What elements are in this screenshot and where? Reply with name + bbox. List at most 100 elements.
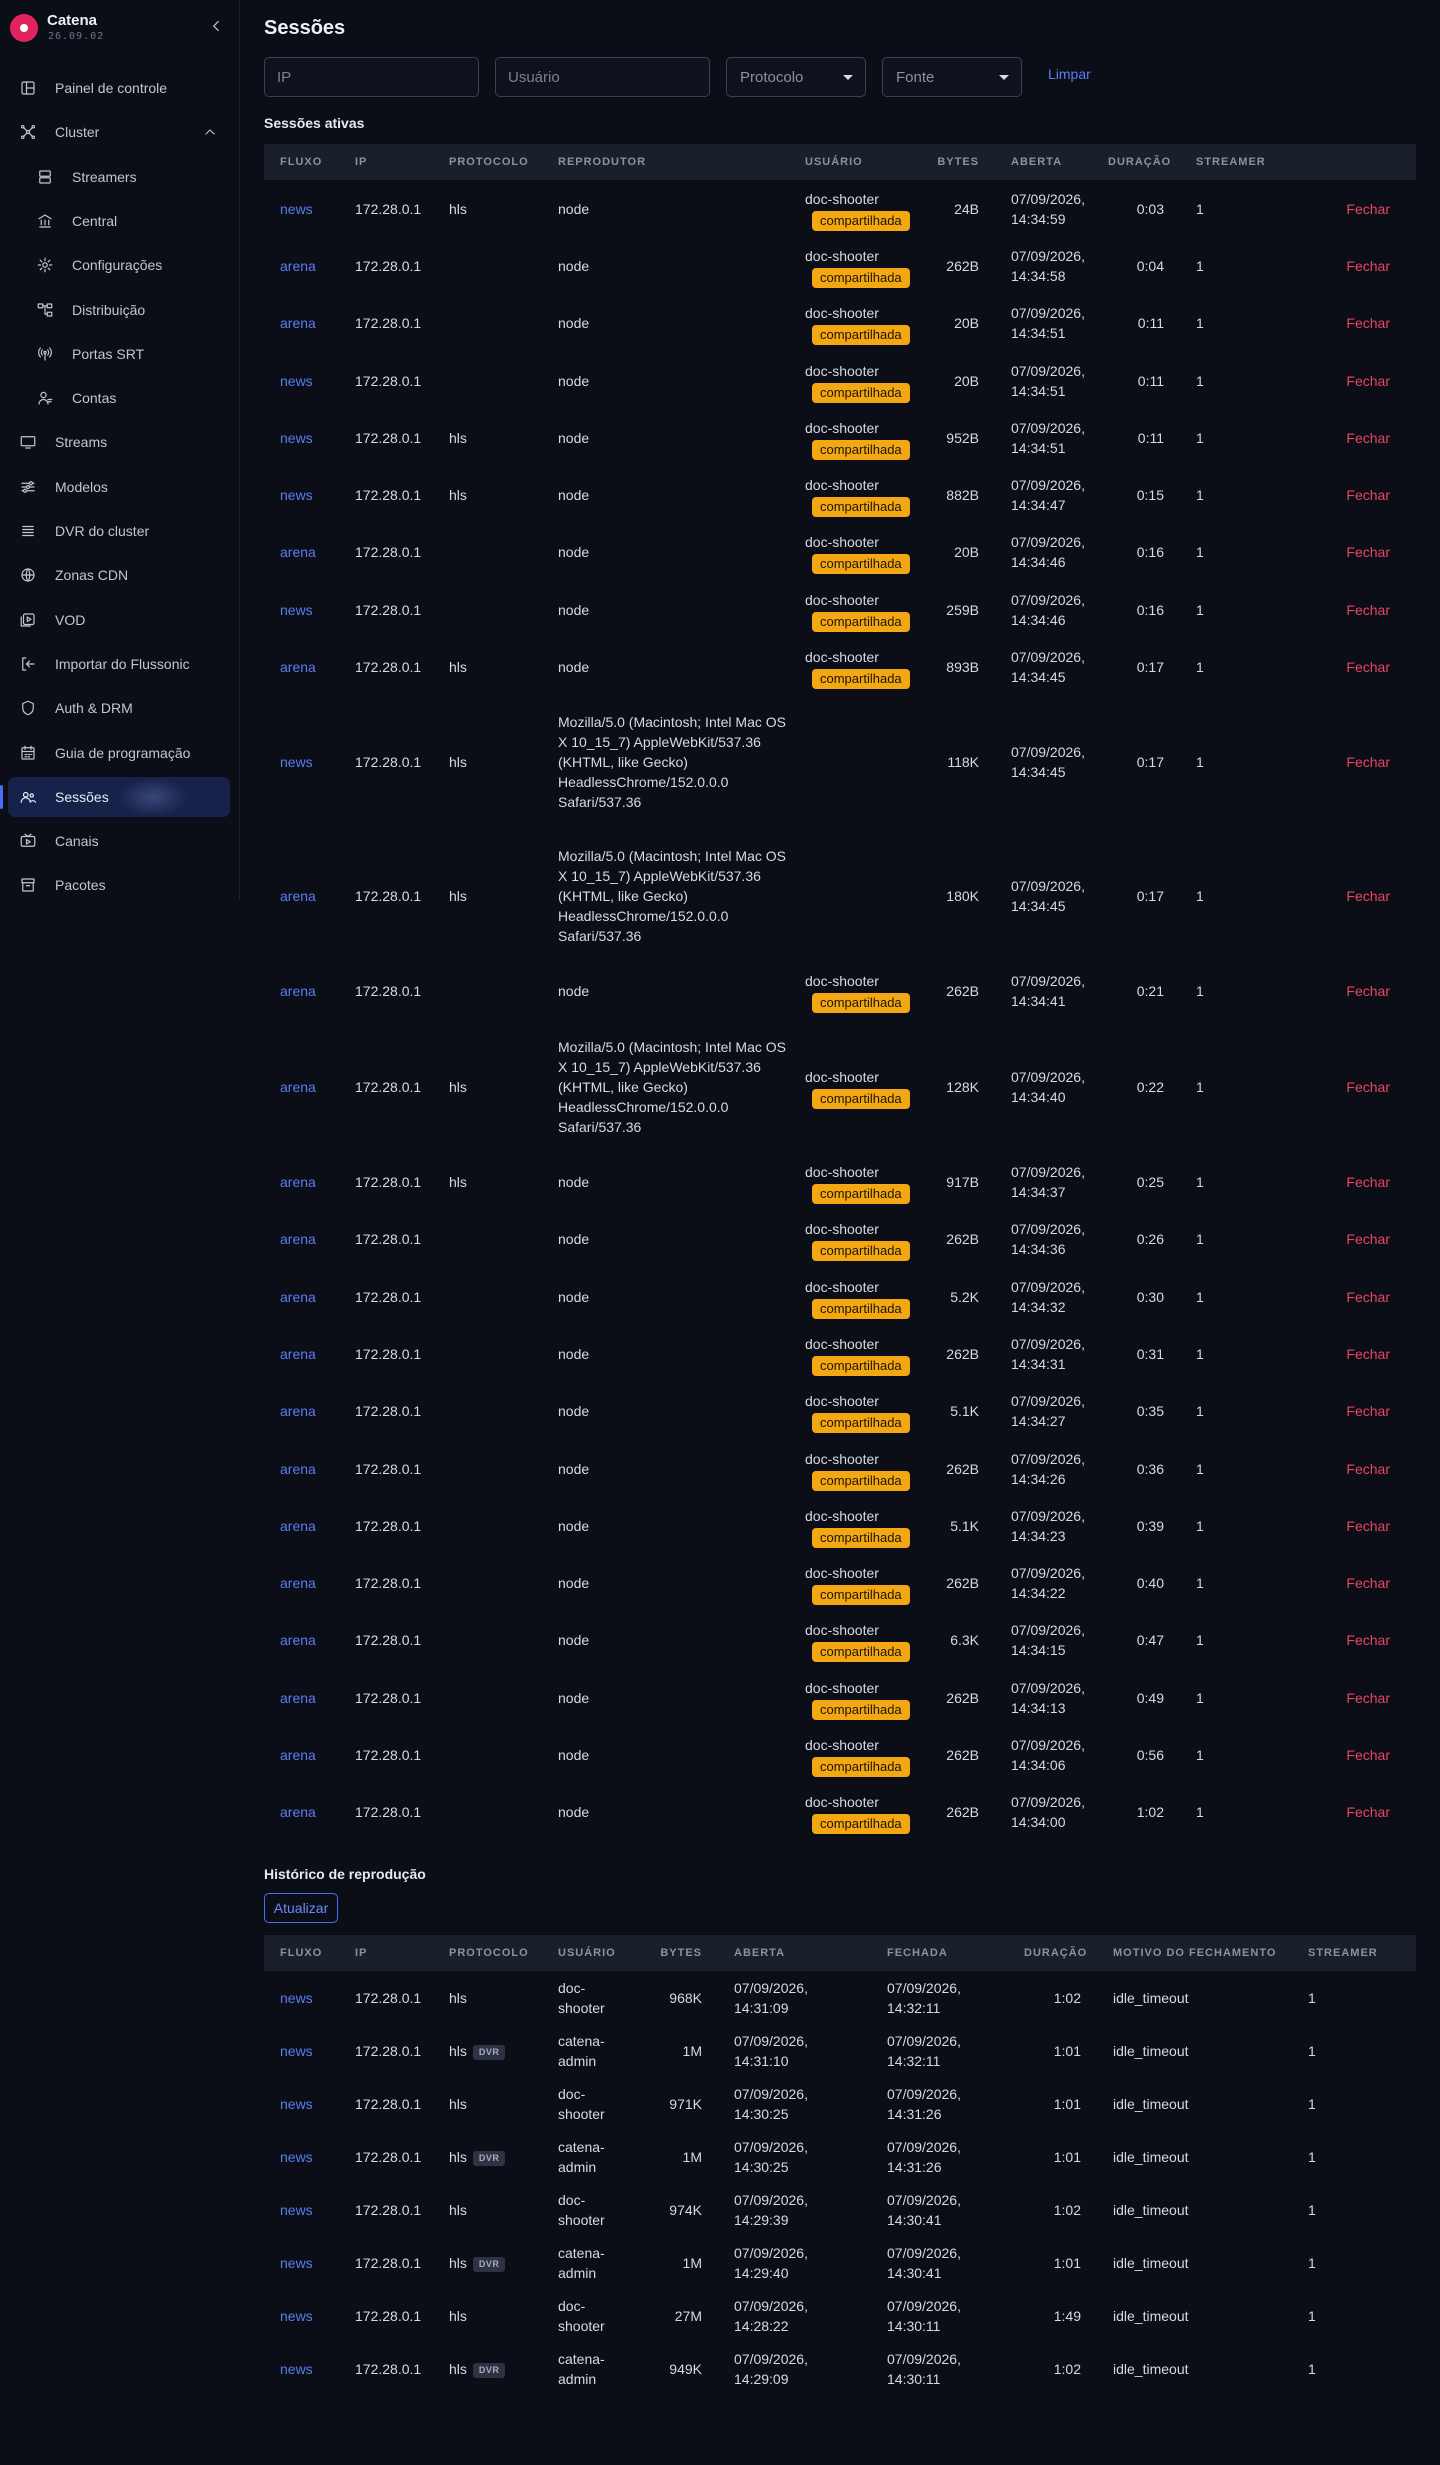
close-session-button[interactable]: Fechar [1346, 1289, 1390, 1305]
close-session-button[interactable]: Fechar [1346, 201, 1390, 217]
stream-link[interactable]: arena [280, 1079, 316, 1095]
close-session-button[interactable]: Fechar [1346, 487, 1390, 503]
sidebar-item-portas-srt[interactable]: Portas SRT [8, 334, 230, 374]
stream-link[interactable]: news [280, 201, 313, 217]
close-session-button[interactable]: Fechar [1346, 602, 1390, 618]
clear-filters-button[interactable]: Limpar [1048, 66, 1091, 82]
stream-link[interactable]: news [280, 2096, 313, 2112]
streamer-cell: 1 [1196, 1747, 1204, 1764]
close-session-button[interactable]: Fechar [1346, 430, 1390, 446]
sidebar-item-configurações[interactable]: Configurações [8, 245, 230, 285]
stream-link[interactable]: arena [280, 1747, 316, 1763]
stream-link[interactable]: arena [280, 1346, 316, 1362]
stream-link[interactable]: arena [280, 1804, 316, 1820]
stream-link[interactable]: arena [280, 1174, 316, 1190]
stream-link[interactable]: arena [280, 544, 316, 560]
stream-link[interactable]: news [280, 2308, 313, 2324]
protocol-select[interactable]: Protocolo [726, 57, 866, 97]
close-session-button[interactable]: Fechar [1346, 373, 1390, 389]
close-session-button[interactable]: Fechar [1346, 544, 1390, 560]
sidebar-item-streamers[interactable]: Streamers [8, 157, 230, 197]
ip-filter-input[interactable] [264, 57, 479, 97]
close-session-button[interactable]: Fechar [1346, 1079, 1390, 1095]
sidebar-item-dvr-do-cluster[interactable]: DVR do cluster [8, 511, 230, 551]
user-cell: doc-shooter compartilhada [789, 352, 922, 409]
close-session-button[interactable]: Fechar [1346, 1804, 1390, 1820]
stream-link[interactable]: news [280, 1990, 313, 2006]
stream-link[interactable]: arena [280, 1289, 316, 1305]
stream-link[interactable]: arena [280, 1518, 316, 1534]
source-select[interactable]: Fonte [882, 57, 1022, 97]
stream-link[interactable]: arena [280, 258, 316, 274]
stream-link[interactable]: news [280, 430, 313, 446]
stream-link[interactable]: arena [280, 983, 316, 999]
stream-link[interactable]: arena [280, 315, 316, 331]
close-session-button[interactable]: Fechar [1346, 659, 1390, 675]
chevron-up-icon[interactable] [202, 124, 218, 140]
user-filter-input[interactable] [495, 57, 710, 97]
close-session-button[interactable]: Fechar [1346, 1575, 1390, 1591]
collapse-sidebar-button[interactable] [207, 17, 231, 41]
close-session-button[interactable]: Fechar [1346, 1403, 1390, 1419]
sidebar-item-painel-de-controle[interactable]: Painel de controle [8, 68, 230, 108]
refresh-button[interactable]: Atualizar [264, 1893, 338, 1923]
close-session-button[interactable]: Fechar [1346, 1346, 1390, 1362]
sidebar-item-vod[interactable]: VOD [8, 600, 230, 640]
sidebar-item-canais[interactable]: Canais [8, 821, 230, 861]
stream-link[interactable]: news [280, 2202, 313, 2218]
stream-link[interactable]: arena [280, 1461, 316, 1477]
stream-link[interactable]: news [280, 602, 313, 618]
sidebar-item-importar-do-flussonic[interactable]: Importar do Flussonic [8, 644, 230, 684]
user-cell: doc-shooter compartilhada [789, 1325, 922, 1382]
stream-link[interactable]: arena [280, 1690, 316, 1706]
close-session-button[interactable]: Fechar [1346, 315, 1390, 331]
sidebar-item-modelos[interactable]: Modelos [8, 467, 230, 507]
close-session-button[interactable]: Fechar [1346, 983, 1390, 999]
close-session-button[interactable]: Fechar [1346, 1632, 1390, 1648]
stream-link[interactable]: news [280, 2255, 313, 2271]
bytes-cell: 1M [682, 2254, 702, 2271]
opened-cell: 07/09/2026, 14:34:15 [1011, 1622, 1085, 1659]
table-row: arena 172.28.0.1 node doc-shooter compartilh… [264, 524, 1416, 581]
stream-link[interactable]: news [280, 487, 313, 503]
user-name: doc-shooter [805, 1507, 879, 1524]
stream-link[interactable]: arena [280, 888, 316, 904]
close-session-button[interactable]: Fechar [1346, 258, 1390, 274]
stream-link[interactable]: arena [280, 1575, 316, 1591]
close-session-button[interactable]: Fechar [1346, 754, 1390, 770]
sidebar-item-auth-drm[interactable]: Auth & DRM [8, 688, 230, 728]
sidebar-item-streams[interactable]: Streams [8, 422, 230, 462]
stream-link[interactable]: news [280, 2043, 313, 2059]
close-session-button[interactable]: Fechar [1346, 1690, 1390, 1706]
protocol-cell [433, 1669, 542, 1726]
bytes-cell: 262B [946, 1804, 979, 1821]
close-session-button[interactable]: Fechar [1346, 1747, 1390, 1763]
stream-link[interactable]: news [280, 373, 313, 389]
stream-link[interactable]: arena [280, 1632, 316, 1648]
protocol-cell [433, 1555, 542, 1612]
stream-link[interactable]: news [280, 754, 313, 770]
stream-link[interactable]: news [280, 2361, 313, 2377]
sidebar-item-pacotes[interactable]: Pacotes [8, 865, 230, 905]
sidebar-item-distribuição[interactable]: Distribuição [8, 290, 230, 330]
stream-link[interactable]: arena [280, 1403, 316, 1419]
sidebar-item-contas[interactable]: Contas [8, 378, 230, 418]
close-session-button[interactable]: Fechar [1346, 1231, 1390, 1247]
sidebar-item-central[interactable]: Central [8, 201, 230, 241]
user-cell: doc-shooter compartilhada [789, 1211, 922, 1268]
close-session-button[interactable]: Fechar [1346, 1461, 1390, 1477]
sidebar-item-sessões[interactable]: Sessões [0, 776, 230, 817]
close-session-button[interactable]: Fechar [1346, 1174, 1390, 1190]
close-session-button[interactable]: Fechar [1346, 1518, 1390, 1534]
shared-badge: compartilhada [812, 1088, 910, 1109]
opened-cell: 07/09/2026, 14:34:23 [1011, 1507, 1085, 1544]
ip-cell: 172.28.0.1 [355, 1517, 422, 1534]
bytes-cell: 262B [946, 257, 979, 274]
sidebar-item-zonas-cdn[interactable]: Zonas CDN [8, 555, 230, 595]
sidebar-item-guia-de-programação[interactable]: Guia de programação [8, 733, 230, 773]
stream-link[interactable]: arena [280, 659, 316, 675]
stream-link[interactable]: news [280, 2149, 313, 2165]
stream-link[interactable]: arena [280, 1231, 316, 1247]
sidebar-item-cluster[interactable]: Cluster [8, 112, 230, 152]
close-session-button[interactable]: Fechar [1346, 888, 1390, 904]
